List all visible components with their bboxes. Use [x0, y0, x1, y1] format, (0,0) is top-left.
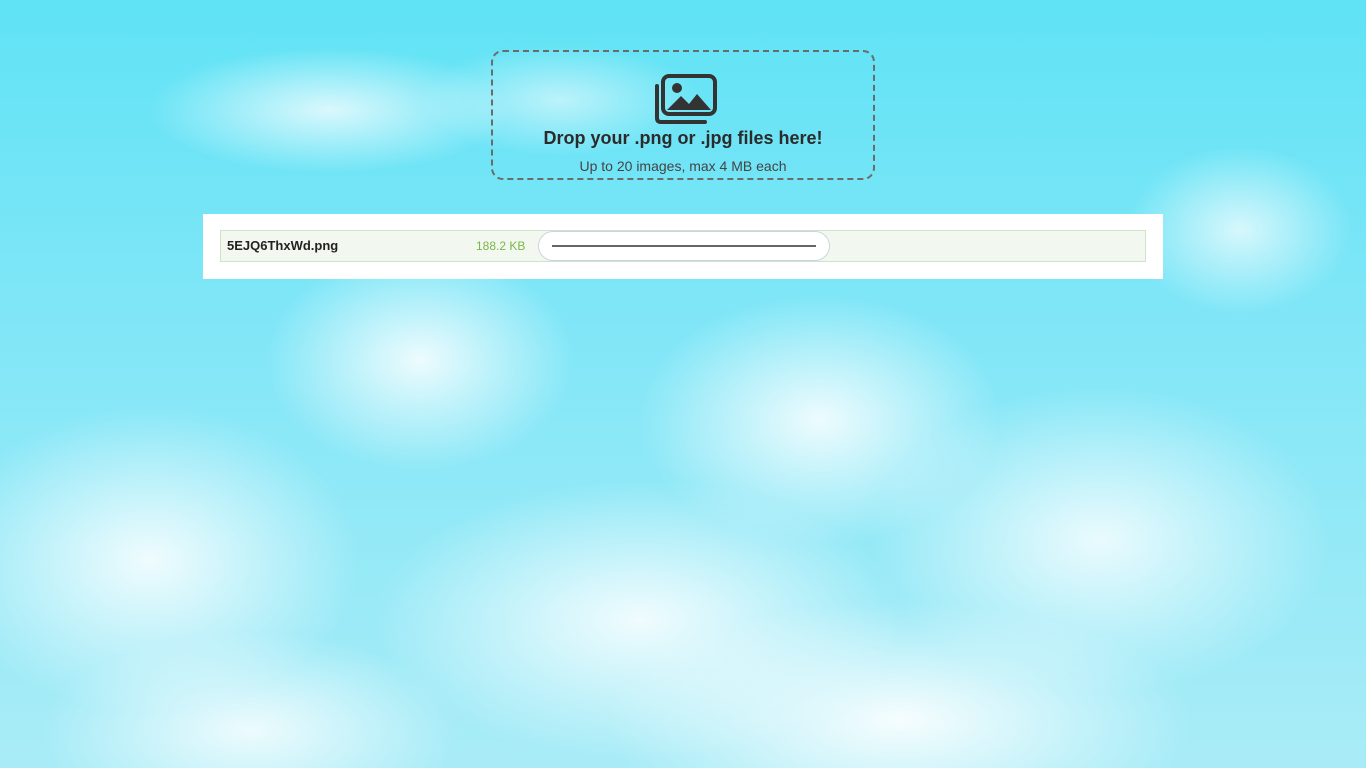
file-dropzone[interactable]: Drop your .png or .jpg files here! Up to…: [491, 50, 875, 180]
file-name: 5EJQ6ThxWd.png: [227, 238, 339, 253]
upload-progress-fill: [552, 245, 816, 247]
images-icon: [653, 74, 717, 124]
upload-progress-bar: [538, 231, 830, 261]
dropzone-subtitle: Up to 20 images, max 4 MB each: [579, 158, 787, 174]
upload-list-panel: 5EJQ6ThxWd.png 188.2 KB: [203, 214, 1163, 279]
file-row: 5EJQ6ThxWd.png 188.2 KB: [220, 230, 1146, 262]
dropzone-title: Drop your .png or .jpg files here!: [543, 128, 823, 148]
file-size: 188.2 KB: [476, 239, 526, 253]
